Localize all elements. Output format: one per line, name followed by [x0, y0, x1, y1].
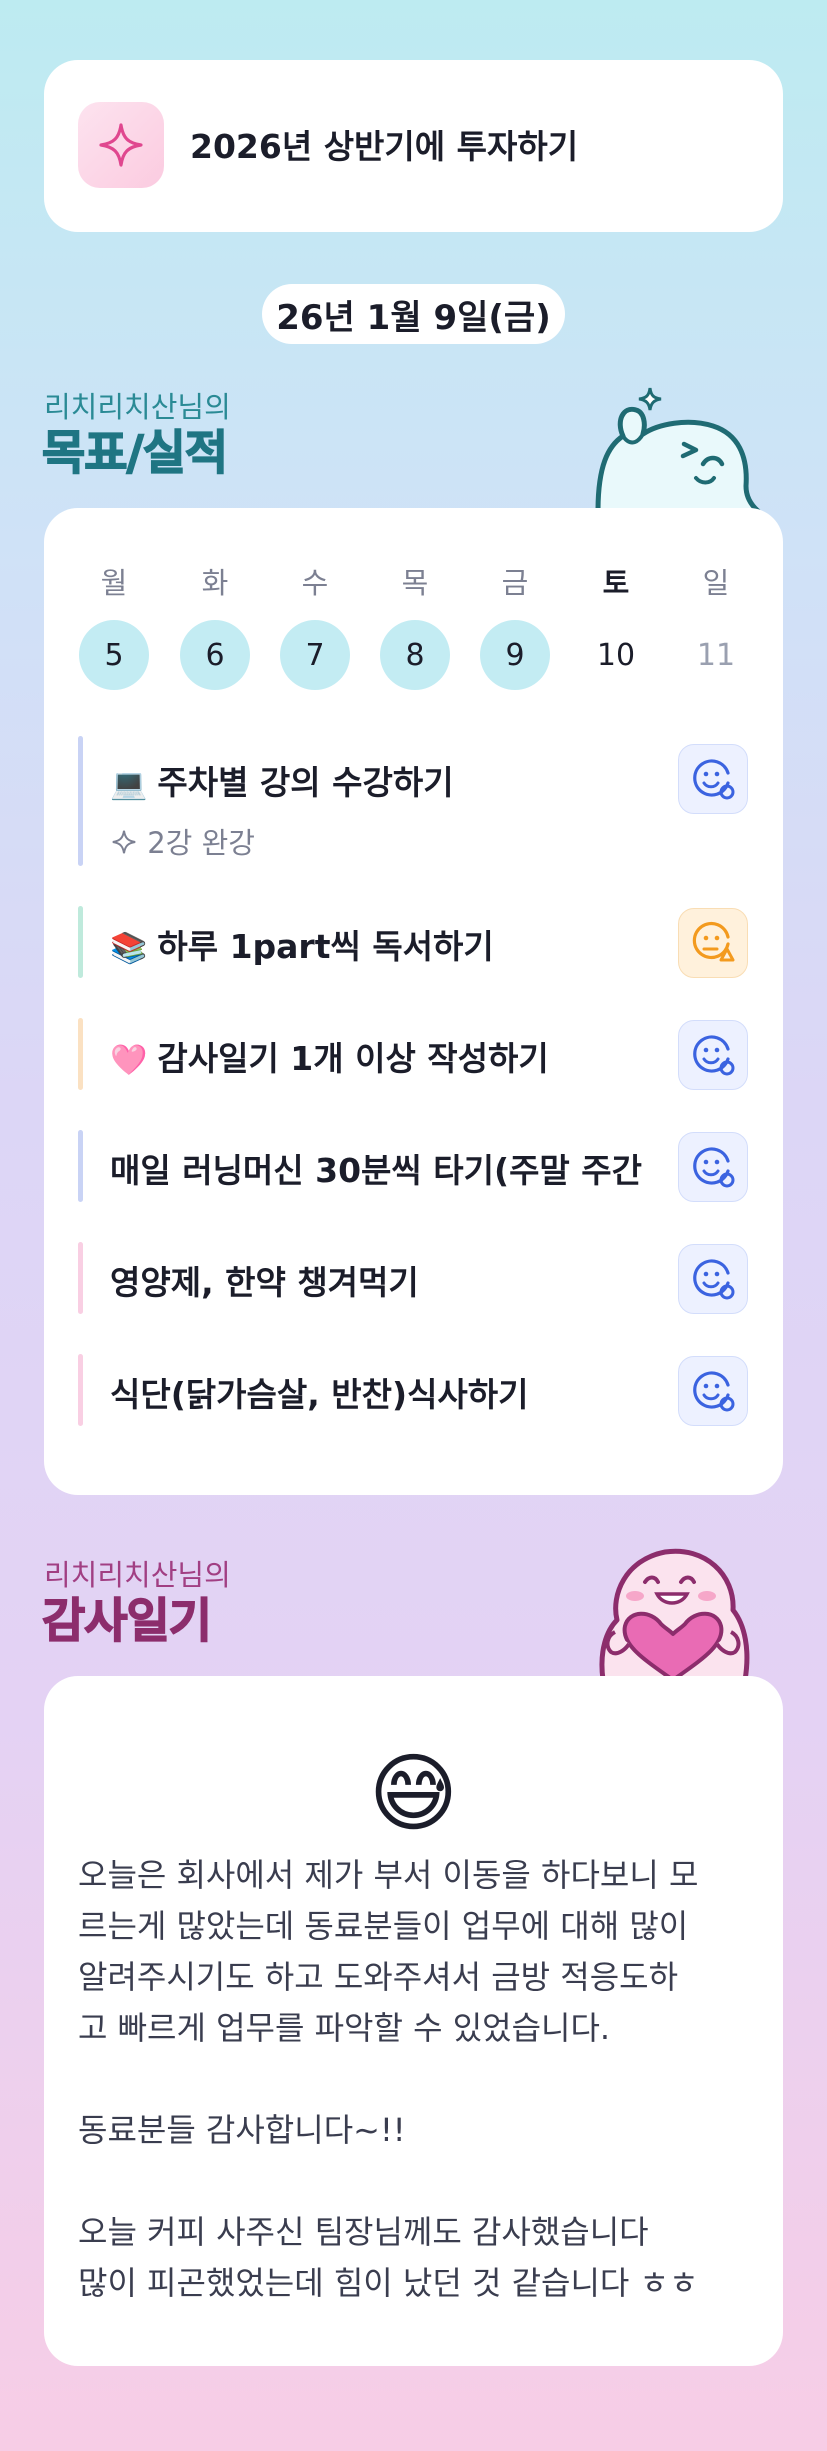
thanks-section-title: 감사일기 [41, 1593, 212, 1650]
weekday-label: 수 [301, 566, 329, 600]
mascot-heart-icon [599, 1548, 750, 1680]
laptop-emoji: 💻 [110, 767, 148, 802]
goal-color-bar [78, 906, 83, 978]
goal-item[interactable]: 💻 주차별 강의 수강하기 2강 완강 [78, 736, 748, 866]
goal-text: 매일 러닝머신 30분씩 타기(주말 주간 [110, 1151, 642, 1190]
books-emoji: 📚 [110, 931, 148, 966]
day-7[interactable]: 7 [280, 620, 350, 690]
heart-emoji: 🩷 [110, 1043, 148, 1078]
day-9-selected[interactable]: 9 [480, 620, 550, 690]
goal-color-bar [78, 1018, 83, 1090]
goal-color-bar [78, 736, 83, 866]
goals-section-title: 목표/실적 [41, 425, 229, 482]
goal-status-smile-button[interactable] [678, 1244, 748, 1314]
goal-status-meh-button[interactable] [678, 908, 748, 978]
goal-color-bar [78, 1130, 83, 1202]
goal-item[interactable]: 영양제, 한약 챙겨먹기 [78, 1242, 748, 1314]
goal-text: 식단(닭가슴살, 반찬)식사하기 [110, 1375, 529, 1414]
goal-progress-text: 2강 완강 [147, 826, 255, 860]
smile-face-icon [693, 1371, 735, 1412]
goals-card: 월 화 수 목 금 토 일 5 6 7 8 9 10 11 💻 주차별 강의 수강… [44, 508, 783, 1495]
smile-face-icon [693, 759, 735, 800]
weekday-label: 목 [401, 566, 429, 600]
goal-text: 감사일기 1개 이상 작성하기 [157, 1039, 549, 1078]
weekday-label: 화 [201, 566, 229, 600]
sweat-smile-emoji: 😅 [368, 1744, 459, 1844]
goal-color-bar [78, 1242, 83, 1314]
smile-face-icon [693, 1035, 735, 1076]
weekday-label: 일 [702, 566, 730, 600]
goal-progress-note: 2강 완강 [110, 820, 255, 862]
day-8[interactable]: 8 [380, 620, 450, 690]
sparkle-icon [112, 830, 136, 854]
goal-text: 하루 1part씩 독서하기 [157, 927, 494, 966]
goal-status-smile-button[interactable] [678, 1356, 748, 1426]
goal-item[interactable]: 매일 러닝머신 30분씩 타기(주말 주간 [78, 1130, 748, 1202]
goal-item[interactable]: 🩷 감사일기 1개 이상 작성하기 [78, 1018, 748, 1090]
mascot-wave-icon [595, 387, 761, 511]
goal-status-smile-button[interactable] [678, 1020, 748, 1090]
goal-status-smile-button[interactable] [678, 1132, 748, 1202]
goal-title: 2026년 상반기에 투자하기 [190, 127, 579, 166]
day-11[interactable]: 11 [681, 620, 751, 690]
weekday-label: 금 [501, 566, 529, 600]
goal-text: 영양제, 한약 챙겨먹기 [110, 1263, 419, 1302]
diary-card[interactable]: 😅 오늘은 회사에서 제가 부서 이동을 하다보니 모 르는게 많았는데 동료분… [44, 1676, 783, 2366]
day-10[interactable]: 10 [581, 620, 651, 690]
goal-item[interactable]: 📚 하루 1part씩 독서하기 [78, 906, 748, 978]
day-6[interactable]: 6 [180, 620, 250, 690]
goal-text: 주차별 강의 수강하기 [157, 763, 454, 802]
goal-status-smile-button[interactable] [678, 744, 748, 814]
diary-text: 오늘은 회사에서 제가 부서 이동을 하다보니 모 르는게 많았는데 동료분들이… [78, 1856, 699, 2302]
goal-color-bar [78, 1354, 83, 1426]
meh-face-warning-icon [692, 921, 735, 962]
weekday-label: 월 [100, 566, 128, 600]
goal-item[interactable]: 식단(닭가슴살, 반찬)식사하기 [78, 1354, 748, 1426]
day-5[interactable]: 5 [79, 620, 149, 690]
smile-face-icon [693, 1259, 735, 1300]
smile-face-icon [693, 1147, 735, 1188]
weekday-label: 토 [602, 566, 630, 600]
sparkle-icon [78, 102, 164, 188]
goal-card[interactable]: 2026년 상반기에 투자하기 [44, 60, 783, 232]
date-pill[interactable]: 26년 1월 9일(금) [262, 284, 565, 344]
